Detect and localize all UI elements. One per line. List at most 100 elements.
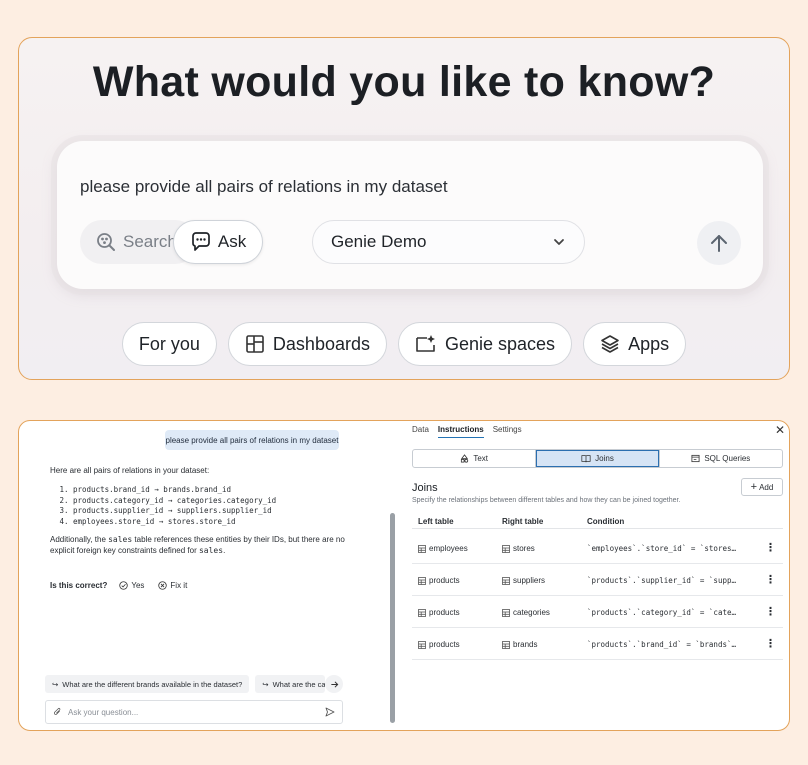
apps-label: Apps xyxy=(628,333,670,354)
joins-title: Joins xyxy=(412,482,438,494)
table-icon xyxy=(418,608,426,617)
left-table-name: products xyxy=(429,640,460,649)
left-table-name: products xyxy=(429,608,460,617)
send-icon[interactable] xyxy=(325,707,335,717)
list-item: products.supplier_id → suppliers.supplie… xyxy=(73,506,350,517)
relations-list: products.brand_id → brands.brand_id prod… xyxy=(73,485,350,527)
table-icon xyxy=(418,640,426,649)
feedback-fix-button[interactable]: Fix it xyxy=(153,579,192,592)
book-icon xyxy=(581,455,591,463)
ask-mode-button[interactable]: Ask xyxy=(172,220,264,264)
page-title: What would you like to know? xyxy=(92,58,716,106)
tab-settings[interactable]: Settings xyxy=(493,425,522,438)
instruction-type-toggle: Text Joins SQL Queries xyxy=(412,449,783,468)
suggested-questions: ↪ What are the different brands availabl… xyxy=(45,675,345,693)
config-pane: Data Instructions Settings ✕ Text Joins … xyxy=(402,421,789,730)
segment-sql-label: SQL Queries xyxy=(704,454,751,463)
table-icon xyxy=(502,576,510,585)
close-icon[interactable]: ✕ xyxy=(775,423,785,437)
segment-joins[interactable]: Joins xyxy=(536,450,660,467)
table-icon xyxy=(418,544,426,553)
list-item: products.brand_id → brands.brand_id xyxy=(73,485,350,496)
prompt-input[interactable]: please provide all pairs of relations in… xyxy=(80,177,448,197)
for-you-pill[interactable]: For you xyxy=(121,322,217,366)
table-row[interactable]: employees stores `employees`.`store_id` … xyxy=(412,532,783,564)
submit-button[interactable] xyxy=(697,221,741,265)
more-options-icon[interactable]: ⋮ xyxy=(765,543,776,554)
join-condition: `products`.`brand_id` = `brands`.`brand_… xyxy=(587,640,739,649)
check-circle-icon xyxy=(119,581,129,590)
genie-home-panel: What would you like to know? please prov… xyxy=(18,37,790,380)
more-options-icon[interactable]: ⋮ xyxy=(765,575,776,586)
add-join-label: Add xyxy=(759,482,774,492)
suggestion-chip[interactable]: ↪ What are the different brands availabl… xyxy=(45,675,250,693)
chevron-down-icon xyxy=(554,239,564,245)
return-arrow-icon: ↪ xyxy=(262,679,269,689)
chat-pane: please provide all pairs of relations in… xyxy=(19,421,401,730)
table-row[interactable]: products brands `products`.`brand_id` = … xyxy=(412,628,783,660)
right-table-name: brands xyxy=(513,640,538,649)
genie-space-value: Genie Demo xyxy=(331,232,427,251)
segment-joins-label: Joins xyxy=(595,454,614,463)
list-item: products.category_id → categories.catego… xyxy=(73,496,350,507)
mode-toggle: Search Ask xyxy=(80,219,264,265)
genie-space-select[interactable]: Genie Demo xyxy=(312,220,585,264)
suggestion-chip[interactable]: ↪ What are the categories xyxy=(255,675,326,693)
right-table-name: suppliers xyxy=(513,576,546,585)
next-suggestions-button[interactable] xyxy=(325,675,343,693)
plus-icon: + xyxy=(750,481,758,493)
join-condition: `employees`.`store_id` = `stores`.`store… xyxy=(587,544,739,553)
right-table-cell: stores xyxy=(502,544,535,553)
ask-question-input[interactable]: Ask your question... xyxy=(45,700,343,724)
feedback-yes-label: Yes xyxy=(131,581,145,590)
genie-spaces-pill[interactable]: Genie spaces xyxy=(397,322,573,366)
shapes-icon xyxy=(461,454,469,463)
join-condition: `products`.`supplier_id` = `suppliers`.`… xyxy=(587,576,739,585)
for-you-label: For you xyxy=(138,333,200,354)
feedback-fix-label: Fix it xyxy=(170,581,188,590)
genie-spaces-label: Genie spaces xyxy=(444,333,556,354)
add-join-button[interactable]: + Add xyxy=(741,478,783,496)
arrow-right-icon xyxy=(330,680,338,688)
right-table-cell: categories xyxy=(502,608,550,617)
assistant-answer: Here are all pairs of relations in your … xyxy=(50,466,350,556)
feedback-bar: Is this correct? Yes Fix it xyxy=(50,579,192,592)
column-header: Left table xyxy=(418,517,454,526)
answer-note-text: . xyxy=(223,545,226,555)
ask-question-placeholder: Ask your question... xyxy=(68,707,139,717)
x-circle-icon xyxy=(158,581,168,590)
feedback-label: Is this correct? xyxy=(50,581,108,590)
more-options-icon[interactable]: ⋮ xyxy=(765,607,776,618)
dashboards-pill[interactable]: Dashboards xyxy=(227,322,387,366)
apps-pill[interactable]: Apps xyxy=(583,322,687,366)
segment-text[interactable]: Text xyxy=(413,450,537,467)
more-options-icon[interactable]: ⋮ xyxy=(765,639,776,650)
joins-table-header: Left table Right table Condition xyxy=(412,515,783,529)
feedback-yes-button[interactable]: Yes xyxy=(114,579,149,592)
search-sparkle-icon xyxy=(97,233,115,251)
left-table-cell: products xyxy=(418,608,460,617)
suggestion-label: What are the categories xyxy=(272,679,326,689)
joins-subtitle: Specify the relationships between differ… xyxy=(412,497,681,504)
dashboard-icon xyxy=(246,335,264,353)
paperclip-icon[interactable] xyxy=(53,707,62,717)
chat-scrollbar[interactable] xyxy=(390,513,395,723)
dashboards-label: Dashboards xyxy=(272,333,370,354)
column-header: Condition xyxy=(587,517,625,526)
right-table-cell: suppliers xyxy=(502,576,545,585)
quick-links: For you Dashboards Genie spaces Apps xyxy=(19,322,789,366)
table-row[interactable]: products categories `products`.`category… xyxy=(412,596,783,628)
chat-bubble-icon xyxy=(192,232,210,251)
table-icon xyxy=(502,640,510,649)
tab-data[interactable]: Data xyxy=(412,425,429,438)
right-table-name: stores xyxy=(513,544,535,553)
answer-note-code: sales xyxy=(108,535,133,545)
join-condition: `products`.`category_id` = `categories`.… xyxy=(587,608,739,617)
answer-intro: Here are all pairs of relations in your … xyxy=(50,466,210,475)
segment-sql-queries[interactable]: SQL Queries xyxy=(660,450,782,467)
segment-text-label: Text xyxy=(473,454,488,463)
answer-note-code: sales xyxy=(198,545,224,555)
tab-instructions[interactable]: Instructions xyxy=(437,425,484,438)
table-row[interactable]: products suppliers `products`.`supplier_… xyxy=(412,564,783,596)
genie-space-panel: please provide all pairs of relations in… xyxy=(18,420,790,731)
